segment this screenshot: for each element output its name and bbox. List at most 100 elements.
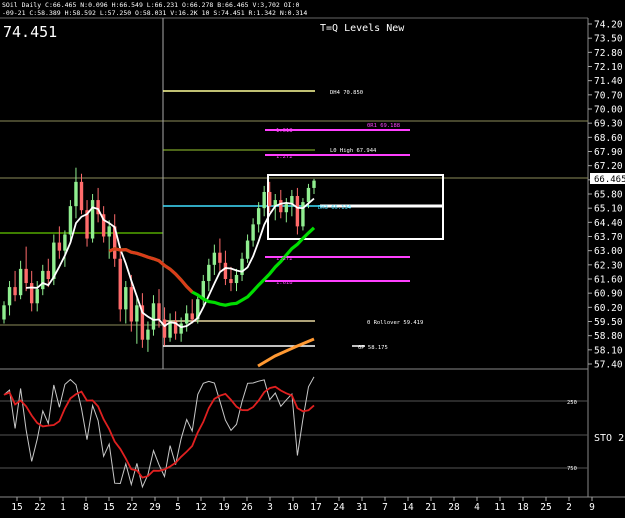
price-tick-label: 58.10: [594, 345, 623, 356]
candle-body: [245, 240, 250, 259]
candle-body: [284, 204, 289, 213]
price-tick-label: 72.10: [594, 62, 623, 73]
candle-body: [179, 323, 183, 334]
candle-body: [151, 303, 156, 330]
candle-body: [279, 200, 283, 213]
current-price-tag-text: 66.465: [594, 175, 625, 185]
price-tick-label: 73.50: [594, 34, 623, 45]
indicator-level-750: 750: [567, 466, 577, 472]
level-label-1618-lower: 1.618: [276, 280, 293, 286]
date-tick-label: 7: [382, 502, 388, 513]
candle-body: [79, 181, 84, 211]
date-tick-label: 19: [218, 502, 230, 513]
price-tick-label: 67.20: [594, 161, 623, 172]
price-tick-label: 70.00: [594, 105, 623, 116]
price-tick-label: 74.20: [594, 20, 623, 31]
price-tick-label: 63.70: [594, 232, 623, 243]
date-tick-label: 21: [425, 502, 437, 513]
date-tick-label: 22: [126, 502, 137, 513]
price-tick-label: 68.60: [594, 133, 623, 144]
price-tick-label: 63.00: [594, 246, 623, 257]
level-label-op: 0P 58.175: [358, 345, 388, 351]
price-tick-label: 72.80: [594, 48, 623, 59]
price-tick-label: 60.90: [594, 289, 623, 300]
candle-body: [18, 268, 23, 296]
candle-body: [107, 226, 111, 237]
price-axis: 74.20 73.50 72.80 72.10 71.40 70.70 70.00 69.30…: [588, 20, 623, 371]
date-tick-label: 5: [175, 502, 181, 513]
candle-body: [2, 305, 6, 320]
candle-body: [24, 268, 28, 284]
price-tick-label: 65.80: [594, 190, 623, 201]
candle-body: [184, 313, 189, 324]
price-tick-label: 61.60: [594, 275, 623, 286]
price-tick-label: 57.40: [594, 360, 623, 371]
date-tick-label: 17: [310, 502, 321, 513]
header-line-2: -09-21 C:58.389 H:58.592 L:57.250 O:58.0…: [2, 9, 307, 17]
price-tick-label: 65.10: [594, 204, 623, 215]
price-tick-label: 62.30: [594, 260, 623, 271]
header-line-1: SOil Daily C:66.465 N:0.096 H:66.549 L:6…: [2, 1, 299, 9]
candle-body: [46, 270, 50, 279]
chart-canvas[interactable]: SOil Daily C:66.465 N:0.096 H:66.549 L:6…: [0, 0, 625, 514]
price-tick-label: 64.40: [594, 218, 623, 229]
candle-body: [306, 187, 311, 203]
level-label-0r1: 0R1 69.188: [367, 123, 400, 129]
date-tick-label: 24: [333, 502, 345, 513]
date-tick-label: 28: [448, 502, 460, 513]
candle-body: [312, 180, 316, 188]
date-tick-label: 12: [195, 502, 206, 513]
candle-body: [301, 202, 305, 227]
candle-body: [229, 279, 233, 284]
candle-body: [57, 242, 62, 251]
candle-body: [74, 181, 78, 207]
price-tick-label: 58.80: [594, 331, 623, 342]
candle-body: [13, 287, 17, 296]
price-tick-label: 60.20: [594, 303, 623, 314]
level-label-l0-high: L0 High 67.944: [330, 148, 377, 154]
date-tick-label: 26: [241, 502, 253, 513]
candle-body: [146, 329, 150, 340]
candle-body: [63, 234, 67, 251]
big-price: 74.451: [3, 23, 57, 41]
candle-body: [295, 196, 300, 227]
candle-body: [124, 287, 128, 310]
date-tick-label: 14: [402, 502, 414, 513]
candle-body: [29, 283, 34, 304]
date-tick-label: 1: [60, 502, 66, 513]
stock-chart[interactable]: SOil Daily C:66.465 N:0.096 H:66.549 L:6…: [0, 0, 625, 514]
candle-body: [68, 206, 73, 235]
date-tick-label: 15: [11, 502, 22, 513]
level-label-dh4: DH4 70.850: [330, 90, 363, 96]
price-tick-label: 59.50: [594, 317, 623, 328]
candle-body: [118, 258, 122, 310]
candle-body: [35, 289, 39, 304]
date-tick-label: 18: [517, 502, 529, 513]
date-tick-label: 8: [83, 502, 89, 513]
chart-title: T=Q Levels New: [320, 23, 405, 34]
candle-body: [262, 191, 266, 209]
price-tick-label: 71.40: [594, 76, 623, 87]
level-label-rollover: 0 Rollover 59.419: [367, 320, 423, 326]
candle-body: [129, 287, 134, 322]
date-tick-label: 31: [356, 502, 368, 513]
candle-body: [157, 303, 161, 320]
date-tick-label: 11: [494, 502, 506, 513]
candle-body: [251, 224, 255, 241]
date-tick-label: 10: [287, 502, 299, 513]
candle-body: [256, 208, 261, 225]
price-tick-label: 67.90: [594, 147, 623, 158]
candle-body: [268, 191, 272, 207]
candle-body: [90, 200, 95, 239]
level-label-dh3: DH3 65.134: [318, 205, 352, 211]
level-label-1272-lower: 1.272: [276, 256, 293, 262]
candle-body: [207, 264, 211, 282]
indicator-label: STO 2: [594, 433, 624, 444]
candle-body: [223, 262, 228, 279]
date-tick-label: 3: [267, 502, 273, 513]
candle-body: [7, 287, 12, 306]
price-tick-label: 69.30: [594, 119, 623, 130]
indicator-level-250: 250: [567, 400, 577, 406]
candle-body: [135, 305, 139, 322]
date-tick-label: 4: [474, 502, 480, 513]
